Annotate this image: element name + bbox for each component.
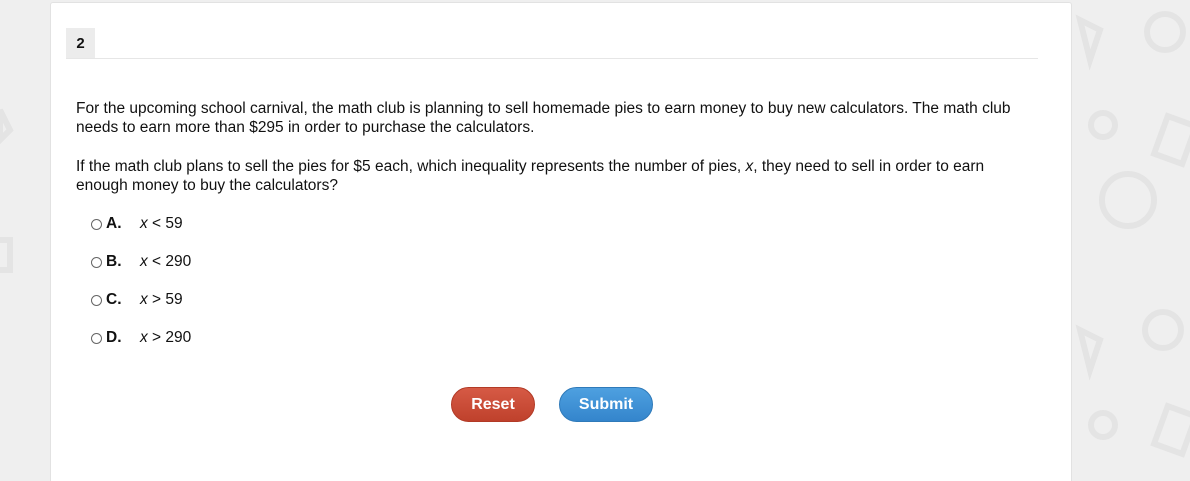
question-paragraph-1: For the upcoming school carnival, the ma… xyxy=(76,100,1011,136)
option-value: 290 xyxy=(165,329,192,346)
radio-button-b[interactable] xyxy=(91,256,102,268)
option-value: 290 xyxy=(165,253,192,270)
radio-button-a[interactable] xyxy=(91,218,102,230)
option-value: 59 xyxy=(165,215,183,232)
option-c[interactable]: C. x > 59 xyxy=(91,290,183,310)
option-variable: x xyxy=(140,329,148,346)
option-letter: B. xyxy=(106,253,122,270)
question-card: 2 For the upcoming school carnival, the … xyxy=(50,2,1072,481)
question-paragraph-2: If the math club plans to sell the pies … xyxy=(76,157,1016,195)
option-letter: D. xyxy=(106,329,122,346)
question-number: 2 xyxy=(66,28,95,58)
option-variable: x xyxy=(140,215,148,232)
option-operator: < xyxy=(147,215,166,232)
option-a[interactable]: A. x < 59 xyxy=(91,214,183,234)
option-variable: x xyxy=(140,291,148,308)
option-operator: > xyxy=(147,291,166,308)
option-d[interactable]: D. x > 290 xyxy=(91,328,191,348)
radio-button-d[interactable] xyxy=(91,332,102,344)
submit-button[interactable]: Submit xyxy=(559,387,653,422)
option-letter: C. xyxy=(106,291,122,308)
reset-button[interactable]: Reset xyxy=(451,387,535,422)
paragraph-2-text: If the math club plans to sell the pies … xyxy=(76,158,746,175)
option-b[interactable]: B. x < 290 xyxy=(91,252,191,272)
radio-button-c[interactable] xyxy=(91,294,102,306)
option-letter: A. xyxy=(106,215,122,232)
option-operator: > xyxy=(147,329,166,346)
option-variable: x xyxy=(140,253,148,270)
divider xyxy=(66,58,1038,59)
option-value: 59 xyxy=(165,291,183,308)
option-operator: < xyxy=(147,253,166,270)
